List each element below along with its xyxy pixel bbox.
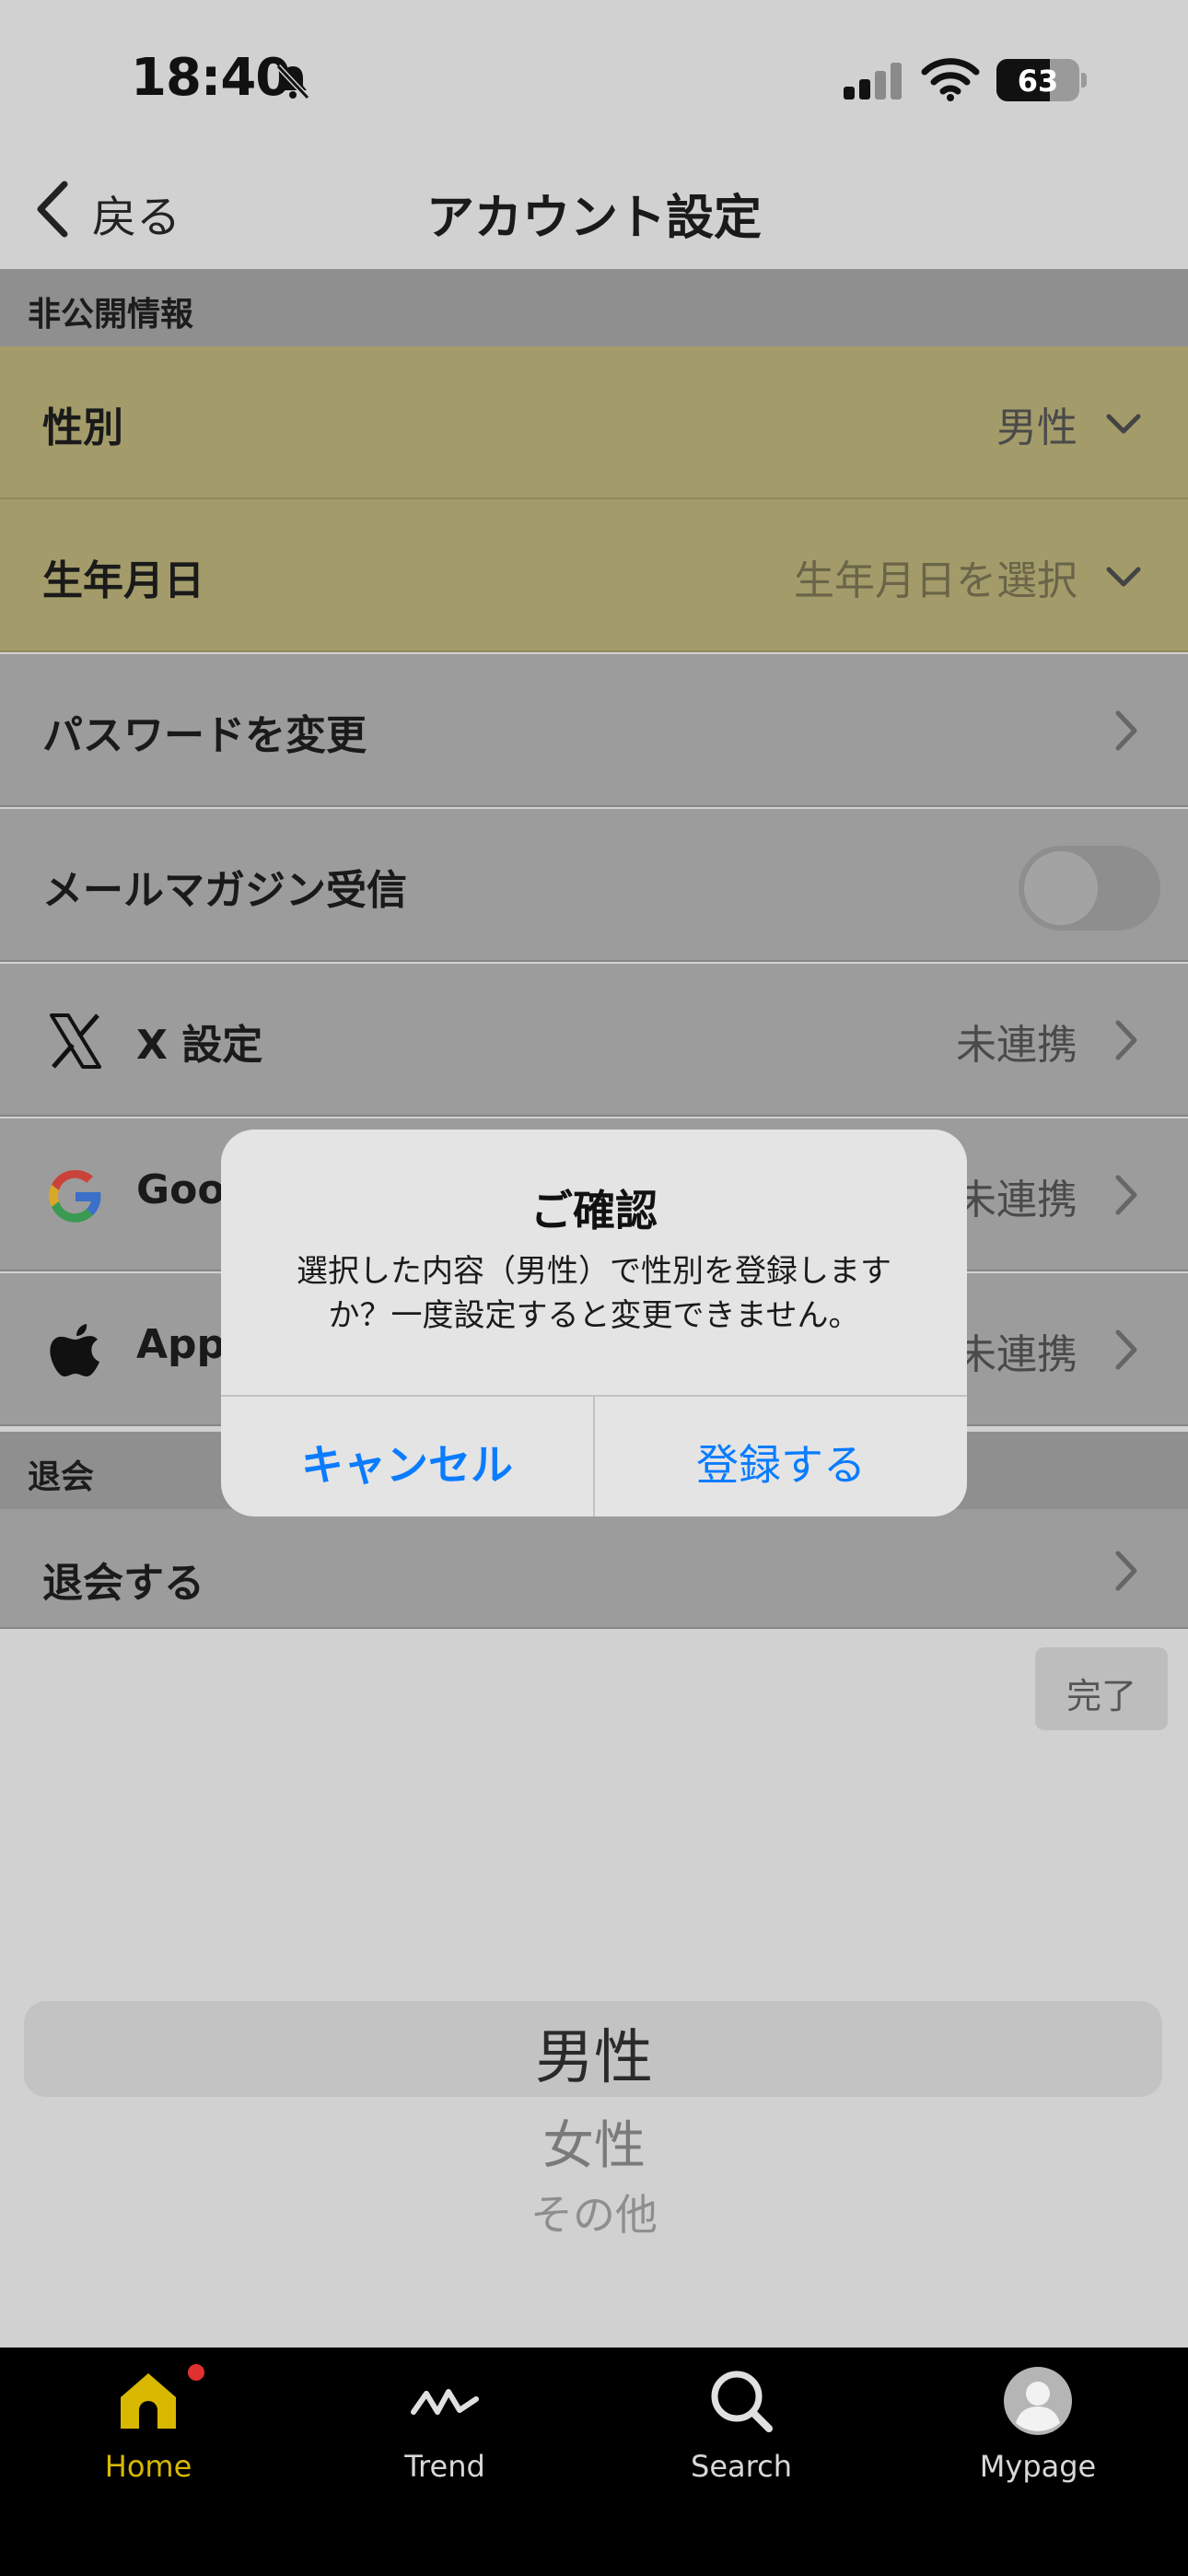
birthday-value: 生年月日を選択 — [794, 557, 1077, 604]
picker-option[interactable]: 女性 — [0, 2104, 1188, 2179]
section-header-label: 退会 — [28, 1458, 95, 1496]
dialog-message: 選択した内容（男性）で性別を登録しますか？一度設定すると変更できません。 — [297, 1253, 891, 1334]
withdraw-row[interactable]: 退会する — [0, 1509, 1188, 1629]
page-title: アカウント設定 — [425, 191, 762, 246]
google-settings-value: 未連携 — [956, 1177, 1077, 1224]
withdraw-label: 退会する — [42, 1560, 204, 1607]
newsletter-row: メールマガジン受信 — [0, 809, 1188, 962]
x-settings-value: 未連携 — [956, 1022, 1077, 1069]
chevron-right-icon — [1115, 1329, 1137, 1370]
register-button-label: 登録する — [696, 1440, 866, 1490]
cellular-signal-icon — [844, 63, 902, 100]
trend-icon — [411, 2389, 479, 2415]
chevron-down-icon — [1106, 567, 1141, 587]
cancel-button[interactable]: キャンセル — [221, 1397, 593, 1516]
status-time: 18:40 — [131, 48, 291, 108]
change-password-row[interactable]: パスワードを変更 — [0, 654, 1188, 807]
battery-level: 63 — [1017, 64, 1059, 99]
tab-home[interactable]: Home — [0, 2348, 297, 2513]
notification-badge — [188, 2364, 204, 2381]
toggle-knob — [1024, 851, 1098, 925]
wifi-icon — [921, 58, 980, 101]
tab-label: Home — [104, 2449, 192, 2484]
gender-row[interactable]: 性別 男性 — [0, 346, 1188, 499]
x-settings-row[interactable]: X 設定 未連携 — [0, 964, 1188, 1117]
battery-icon: 63 — [996, 59, 1087, 101]
apple-settings-value: 未連携 — [956, 1331, 1077, 1378]
chevron-down-icon — [1106, 414, 1141, 434]
home-icon — [121, 2373, 176, 2429]
tab-label: Mypage — [979, 2449, 1097, 2484]
tab-label: Search — [691, 2449, 792, 2484]
google-logo-icon — [49, 1169, 101, 1223]
tab-search[interactable]: Search — [593, 2348, 890, 2513]
tab-mypage[interactable]: Mypage — [890, 2348, 1186, 2513]
chevron-right-icon — [1115, 1551, 1137, 1591]
done-button[interactable]: 完了 — [1035, 1647, 1168, 1730]
gender-value: 男性 — [996, 404, 1077, 451]
chevron-right-icon — [1115, 710, 1137, 751]
newsletter-toggle[interactable] — [1019, 846, 1160, 931]
bell-slash-icon — [275, 64, 310, 100]
change-password-label: パスワードを変更 — [42, 712, 367, 759]
birthday-row[interactable]: 生年月日 生年月日を選択 — [0, 499, 1188, 652]
confirm-dialog: ご確認 選択した内容（男性）で性別を登録しますか？一度設定すると変更できません。… — [221, 1130, 967, 1516]
section-header-private: 非公開情報 — [0, 269, 1188, 346]
cancel-button-label: キャンセル — [301, 1440, 513, 1490]
section-header-label: 非公開情報 — [28, 296, 194, 334]
dialog-title: ご確認 — [530, 1186, 658, 1235]
picker-option[interactable]: 男性 — [0, 2010, 1188, 2095]
register-button[interactable]: 登録する — [595, 1397, 967, 1516]
x-settings-label: X 設定 — [136, 1022, 263, 1069]
chevron-right-icon — [1115, 1175, 1137, 1215]
chevron-right-icon — [1115, 1020, 1137, 1060]
gender-label: 性別 — [42, 404, 123, 451]
apple-logo-icon — [50, 1324, 99, 1376]
search-icon — [711, 2371, 773, 2432]
tab-trend[interactable]: Trend — [297, 2348, 593, 2513]
tab-label: Trend — [404, 2449, 485, 2484]
user-avatar-icon — [1004, 2367, 1072, 2435]
picker-option[interactable]: その他 — [0, 2182, 1188, 2242]
done-button-label: 完了 — [1066, 1676, 1136, 1716]
birthday-label: 生年月日 — [42, 557, 204, 604]
newsletter-label: メールマガジン受信 — [42, 867, 407, 914]
x-logo-icon — [50, 1013, 101, 1069]
